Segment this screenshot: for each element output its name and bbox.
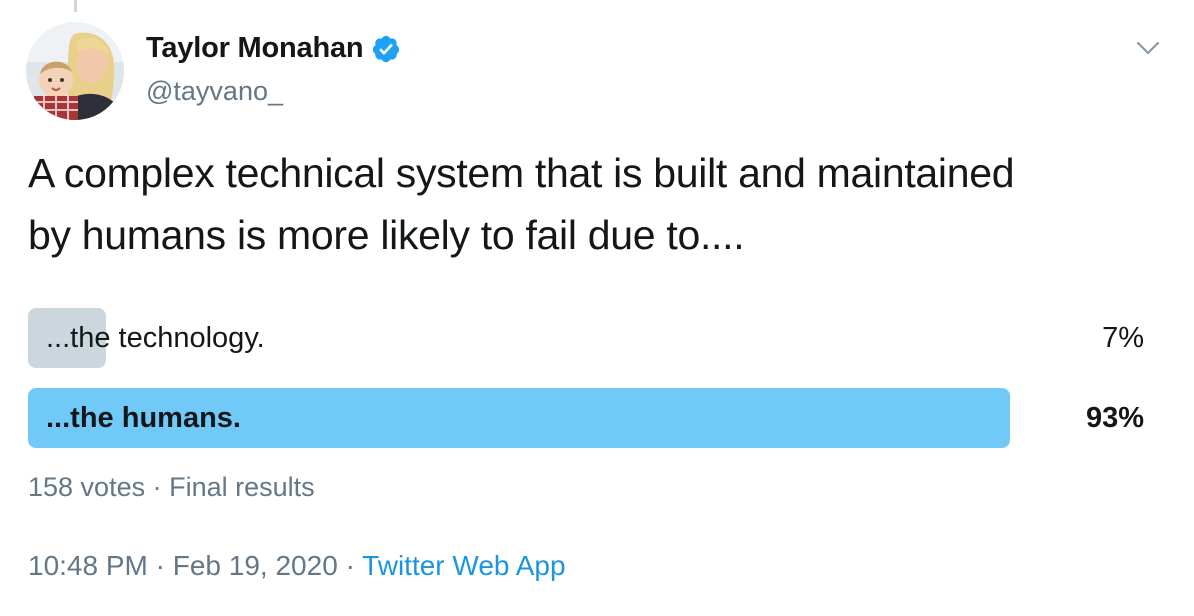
- thread-connector-line: [74, 0, 77, 12]
- tweet-text-line: by humans is more likely to fail due to.…: [28, 212, 745, 258]
- poll-option-percent: 7%: [1102, 322, 1144, 354]
- poll-option-label: ...the technology.: [46, 322, 265, 354]
- verified-badge-icon: [371, 34, 401, 64]
- poll-option-technology: ...the technology. 7%: [28, 308, 1144, 370]
- author-display-name[interactable]: Taylor Monahan: [146, 32, 364, 65]
- tweet-text: A complex technical system that is built…: [28, 142, 1168, 266]
- author-name-row: Taylor Monahan: [146, 32, 401, 65]
- author-avatar[interactable]: [26, 22, 124, 120]
- separator-dot: ·: [345, 550, 355, 581]
- tweet-date[interactable]: Feb 19, 2020: [173, 550, 338, 581]
- poll-status: Final results: [169, 472, 315, 502]
- avatar-photo-icon: [26, 22, 124, 120]
- chevron-down-icon[interactable]: [1132, 32, 1164, 64]
- separator-dot: ·: [155, 550, 165, 581]
- poll: ...the technology. 7% ...the humans. 93%: [28, 308, 1144, 468]
- tweet-text-line: A complex technical system that is built…: [28, 150, 1015, 196]
- author-handle[interactable]: @tayvano_: [146, 76, 283, 107]
- poll-option-percent: 93%: [1085, 402, 1144, 434]
- tweet-timestamp-line: 10:48 PM · Feb 19, 2020 · Twitter Web Ap…: [28, 550, 566, 582]
- tweet-source-link[interactable]: Twitter Web App: [362, 550, 565, 581]
- separator-dot: ·: [152, 472, 162, 502]
- tweet-time[interactable]: 10:48 PM: [28, 550, 148, 581]
- poll-option-humans: ...the humans. 93%: [28, 388, 1144, 450]
- poll-meta: 158 votes · Final results: [28, 472, 315, 503]
- poll-option-label: ...the humans.: [46, 402, 241, 434]
- poll-vote-count: 158 votes: [28, 472, 146, 502]
